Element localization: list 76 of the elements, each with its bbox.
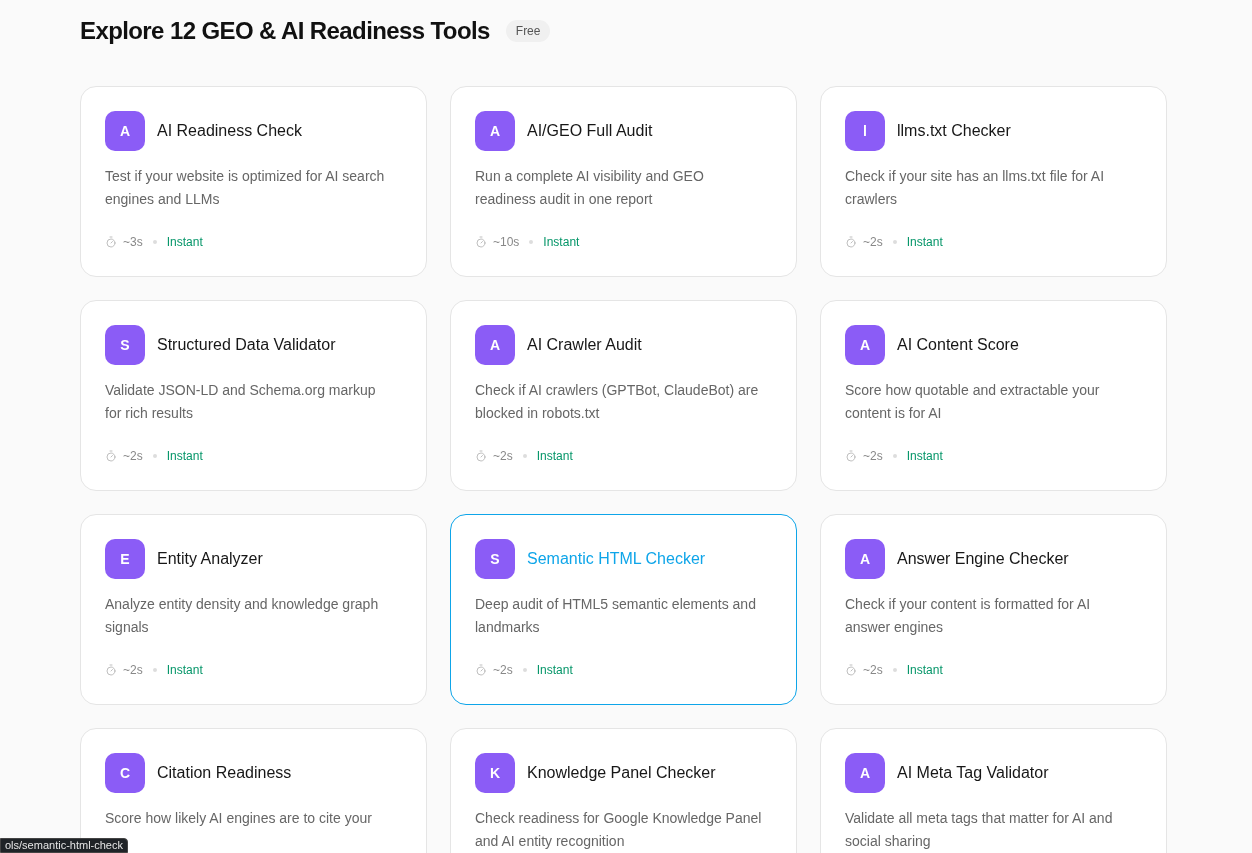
page-title: Explore 12 GEO & AI Readiness Tools [80,16,490,46]
time-estimate: ~2s [123,662,143,679]
tool-card[interactable]: A AI Content Score Score how quotable and extractable your content is for AI ~2s Instant [820,300,1167,491]
tool-description: Check if AI crawlers (GPTBot, ClaudeBot) are blocked in robots.txt [475,381,760,423]
timer-icon [845,450,857,462]
letter-icon: l [845,111,885,151]
tool-description: Check if your content is formatted for AI answer engines [845,595,1092,637]
tool-title: AI Crawler Audit [527,335,642,355]
speed-label: Instant [166,234,203,251]
tool-card[interactable]: l llms.txt Checker Check if your site has an llms.txt file for AI crawlers ~2s Instant [820,86,1167,277]
tool-card[interactable]: E Entity Analyzer Analyze entity density and knowledge graph signals ~2s Instant [80,514,427,705]
letter-icon: A [105,111,145,151]
timer-icon [475,450,487,462]
time-estimate: ~2s [493,662,513,679]
time-estimate: ~2s [863,662,883,679]
tool-title: Knowledge Panel Checker [527,763,716,783]
letter-icon: S [105,325,145,365]
tool-title: Citation Readiness [157,763,292,783]
tool-description: Analyze entity density and knowledge graph signals [105,595,380,637]
speed-label: Instant [536,662,573,679]
free-badge: Free [505,20,551,42]
tool-description: Deep audit of HTML5 semantic elements and landmarks [475,595,757,637]
tool-card[interactable]: A Answer Engine Checker Check if your content is formatted for AI answer engines ~2s Instant [820,514,1167,705]
tool-title: AI/GEO Full Audit [527,121,653,141]
tool-title: llms.txt Checker [897,121,1011,141]
time-estimate: ~2s [123,448,143,465]
time-estimate: ~10s [493,234,520,251]
tool-title: Answer Engine Checker [897,549,1069,569]
tool-card[interactable]: A AI Meta Tag Validator Validate all meta tags that matter for AI and social sharing [820,728,1167,853]
tool-title: Structured Data Validator [157,335,336,355]
tool-card[interactable]: S Semantic HTML Checker Deep audit of HTML5 semantic elements and landmarks ~2s Instant [450,514,797,705]
tool-title: Semantic HTML Checker [527,549,706,569]
timer-icon [475,664,487,676]
tool-card[interactable]: K Knowledge Panel Checker Check readiness for Google Knowledge Panel and AI entity recognition [450,728,797,853]
speed-label: Instant [166,662,203,679]
speed-label: Instant [166,448,203,465]
tool-description: Run a complete AI visibility and GEO readiness audit in one report [475,167,705,209]
tool-title: Entity Analyzer [157,549,263,569]
tool-card[interactable]: S Structured Data Validator Validate JSON-LD and Schema.org markup for rich results ~2s Instant [80,300,427,491]
tool-card[interactable]: A AI/GEO Full Audit Run a complete AI visibility and GEO readiness audit in one report ~10s Instant [450,86,797,277]
letter-icon: A [475,325,515,365]
timer-icon [105,450,117,462]
letter-icon: A [475,111,515,151]
tool-title: AI Content Score [897,335,1019,355]
letter-icon: S [475,539,515,579]
speed-label: Instant [906,662,943,679]
tool-description: Check if your site has an llms.txt file for AI crawlers [845,167,1106,209]
timer-icon [105,236,117,248]
tool-description: Validate JSON-LD and Schema.org markup for rich results [105,381,377,423]
letter-icon: E [105,539,145,579]
speed-label: Instant [906,234,943,251]
timer-icon [105,664,117,676]
tool-description: Validate all meta tags that matter for AI and social sharing [845,809,1114,851]
tool-card[interactable]: A AI Crawler Audit Check if AI crawlers (GPTBot, ClaudeBot) are blocked in robots.txt ~2s Instant [450,300,797,491]
letter-icon: A [845,753,885,793]
time-estimate: ~2s [863,448,883,465]
status-url: ols/semantic-html-check [0,838,128,853]
tool-description: Check readiness for Google Knowledge Panel and AI entity recognition [475,809,763,851]
tool-description: Test if your website is optimized for AI search engines and LLMs [105,167,386,209]
timer-icon [475,236,487,248]
speed-label: Instant [536,448,573,465]
speed-label: Instant [543,234,580,251]
letter-icon: K [475,753,515,793]
tool-card[interactable]: A AI Readiness Check Test if your website is optimized for AI search engines and LLMs ~3s Instant [80,86,427,277]
time-estimate: ~3s [123,234,143,251]
timer-icon [845,664,857,676]
letter-icon: A [845,325,885,365]
tool-title: AI Readiness Check [157,121,302,141]
timer-icon [845,236,857,248]
tool-title: AI Meta Tag Validator [897,763,1049,783]
tool-description: Score how quotable and extractable your content is for AI [845,381,1101,423]
letter-icon: A [845,539,885,579]
time-estimate: ~2s [863,234,883,251]
speed-label: Instant [906,448,943,465]
time-estimate: ~2s [493,448,513,465]
letter-icon: C [105,753,145,793]
